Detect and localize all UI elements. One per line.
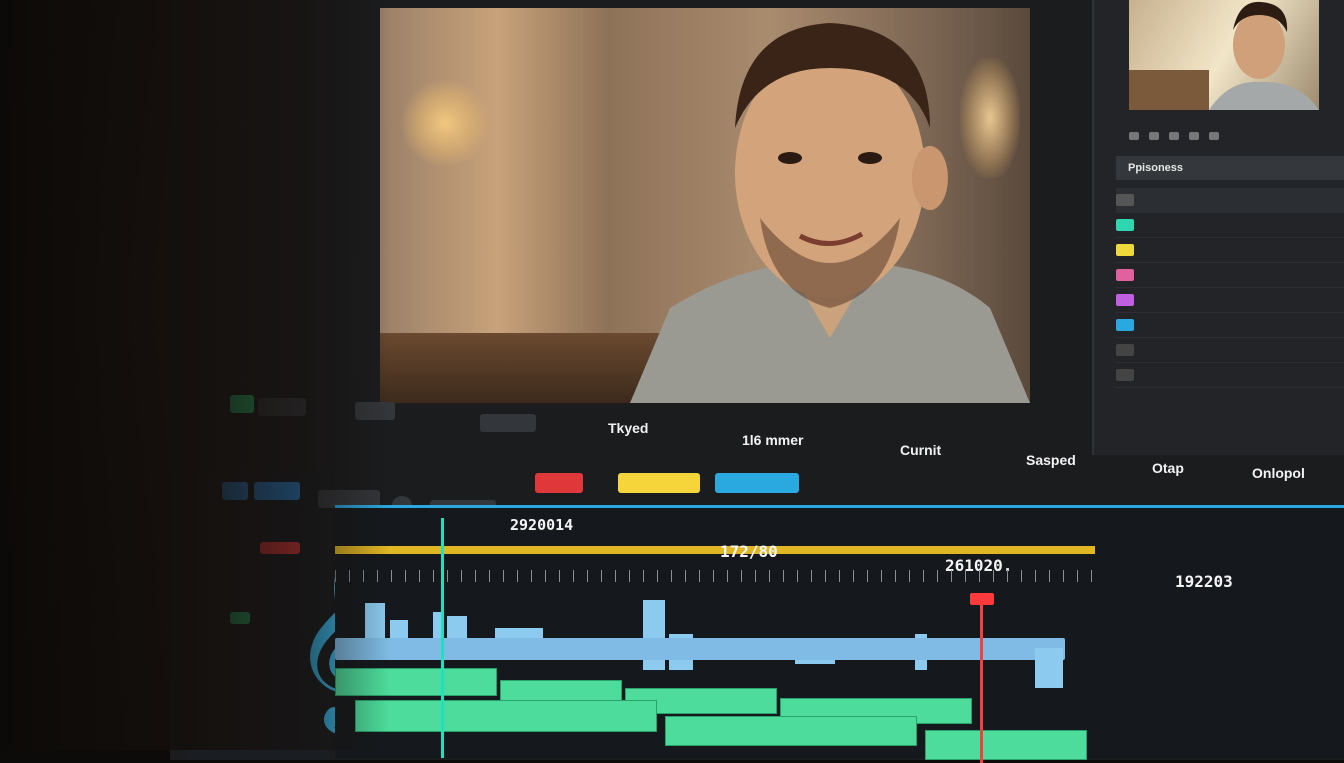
thumbnail-person [1129, 1, 1319, 110]
layer-row[interactable] [1116, 238, 1344, 263]
toolbar-label[interactable]: 1l6 mmer [742, 432, 803, 448]
toolbar-button[interactable] [355, 402, 395, 420]
in-point-marker[interactable] [441, 518, 444, 758]
lamp-glow [400, 78, 490, 168]
layer-row[interactable] [1116, 363, 1344, 388]
audio-track[interactable] [335, 638, 1065, 660]
timecode-end: 192203 [1175, 572, 1233, 591]
red-marker[interactable] [535, 473, 583, 493]
layer-swatch [1116, 344, 1134, 356]
video-clip[interactable] [925, 730, 1087, 760]
toolbar-button[interactable] [480, 414, 536, 432]
layer-swatch [1116, 244, 1134, 256]
waveform-bar [1035, 648, 1063, 688]
layer-row[interactable] [1116, 288, 1344, 313]
ruler-ticks [335, 570, 1095, 582]
person-in-frame [630, 23, 1030, 403]
toolbar-label[interactable]: Sasped [1026, 452, 1076, 468]
panel-title: Ppisoness [1116, 156, 1344, 180]
toolbar-button[interactable] [258, 398, 306, 416]
mixer-button[interactable] [222, 482, 248, 500]
control-icon[interactable] [1189, 132, 1199, 140]
waveform-bar [447, 616, 467, 640]
toolbar-label[interactable]: Curnit [900, 442, 941, 458]
control-icon[interactable] [1169, 132, 1179, 140]
layer-swatch [1116, 219, 1134, 231]
layer-list [1116, 188, 1344, 388]
record-button[interactable] [230, 395, 254, 413]
layer-swatch [1116, 269, 1134, 281]
video-clip[interactable] [665, 716, 917, 746]
control-icon[interactable] [1149, 132, 1159, 140]
mixer-button[interactable] [254, 482, 300, 500]
timecode-mid: 172/80 [720, 542, 778, 561]
source-monitor-thumbnail[interactable] [1129, 0, 1319, 110]
toolbar-label[interactable]: Onlopol [1252, 465, 1305, 481]
time-ruler[interactable] [335, 546, 1095, 554]
layer-row[interactable] [1116, 338, 1344, 363]
layer-swatch [1116, 319, 1134, 331]
thumbnail-controls [1129, 128, 1334, 144]
timecode-start: 2920014 [510, 516, 574, 534]
timeline[interactable]: 2920014 172/80 261020. 192203 [335, 505, 1344, 763]
yellow-marker[interactable] [618, 473, 700, 493]
waveform-bar [390, 620, 408, 640]
blue-marker[interactable] [715, 473, 799, 493]
program-viewer[interactable] [380, 8, 1030, 403]
layer-swatch [1116, 294, 1134, 306]
layer-row[interactable] [1116, 313, 1344, 338]
level-indicator [230, 612, 250, 624]
layer-row[interactable] [1116, 263, 1344, 288]
control-icon[interactable] [1209, 132, 1219, 140]
layer-row[interactable] [1116, 213, 1344, 238]
video-clip[interactable] [335, 668, 497, 696]
layer-row[interactable] [1116, 188, 1344, 213]
toolbar-label[interactable]: Tkyed [608, 420, 648, 436]
video-clip[interactable] [355, 700, 657, 732]
toolbar-label[interactable]: Otap [1152, 460, 1184, 476]
play-icon[interactable] [1129, 132, 1139, 140]
layer-swatch [1116, 194, 1134, 206]
right-panel: Ppisoness [1092, 0, 1344, 455]
playhead[interactable] [980, 593, 983, 763]
layer-swatch [1116, 369, 1134, 381]
waveform-bar [365, 603, 385, 641]
waveform-bar [433, 612, 441, 640]
